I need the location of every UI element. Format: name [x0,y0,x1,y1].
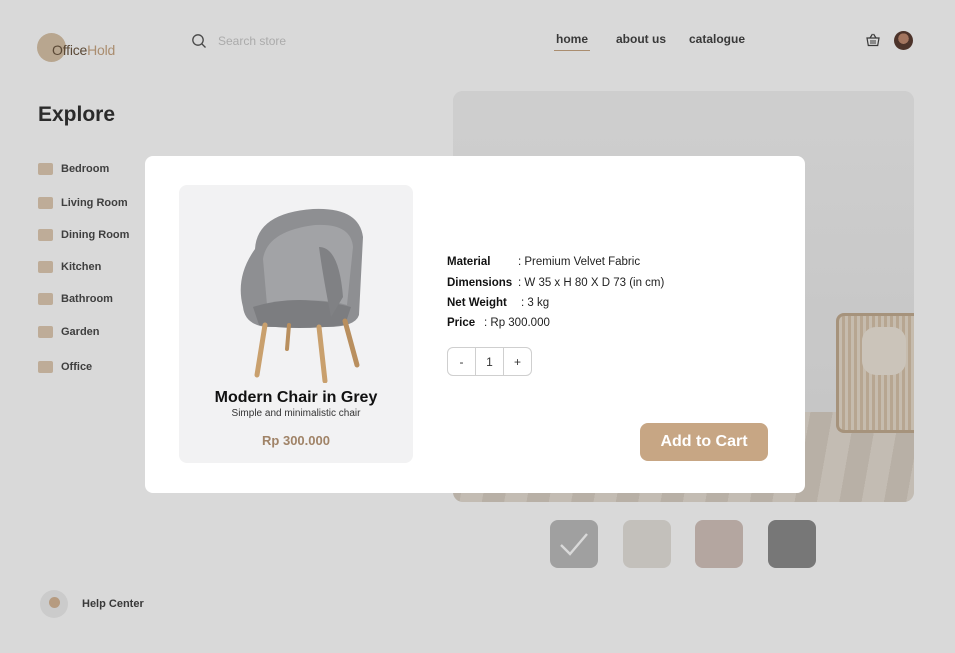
spec-material: Material: Premium Velvet Fabric [447,256,641,268]
spec-net-weight: Net Weight: 3 kg [447,297,550,309]
spec-price: Price: Rp 300.000 [447,317,550,329]
quantity-stepper: - 1 + [447,347,532,376]
spec-dimensions: Dimensions: W 35 x H 80 X D 73 (in cm) [447,277,665,289]
decrement-button[interactable]: - [448,348,475,375]
product-price: Rp 300.000 [262,433,330,448]
quantity-value[interactable]: 1 [475,348,504,375]
chair-image [240,208,363,383]
product-name: Modern Chair in Grey [214,389,378,406]
add-to-cart-button[interactable]: Add to Cart [640,423,768,461]
product-modal: Modern Chair in Grey Simple and minimali… [145,156,805,493]
product-subtitle: Simple and minimalistic chair [231,408,361,419]
increment-button[interactable]: + [504,348,531,375]
product-card: Modern Chair in Grey Simple and minimali… [179,185,413,463]
